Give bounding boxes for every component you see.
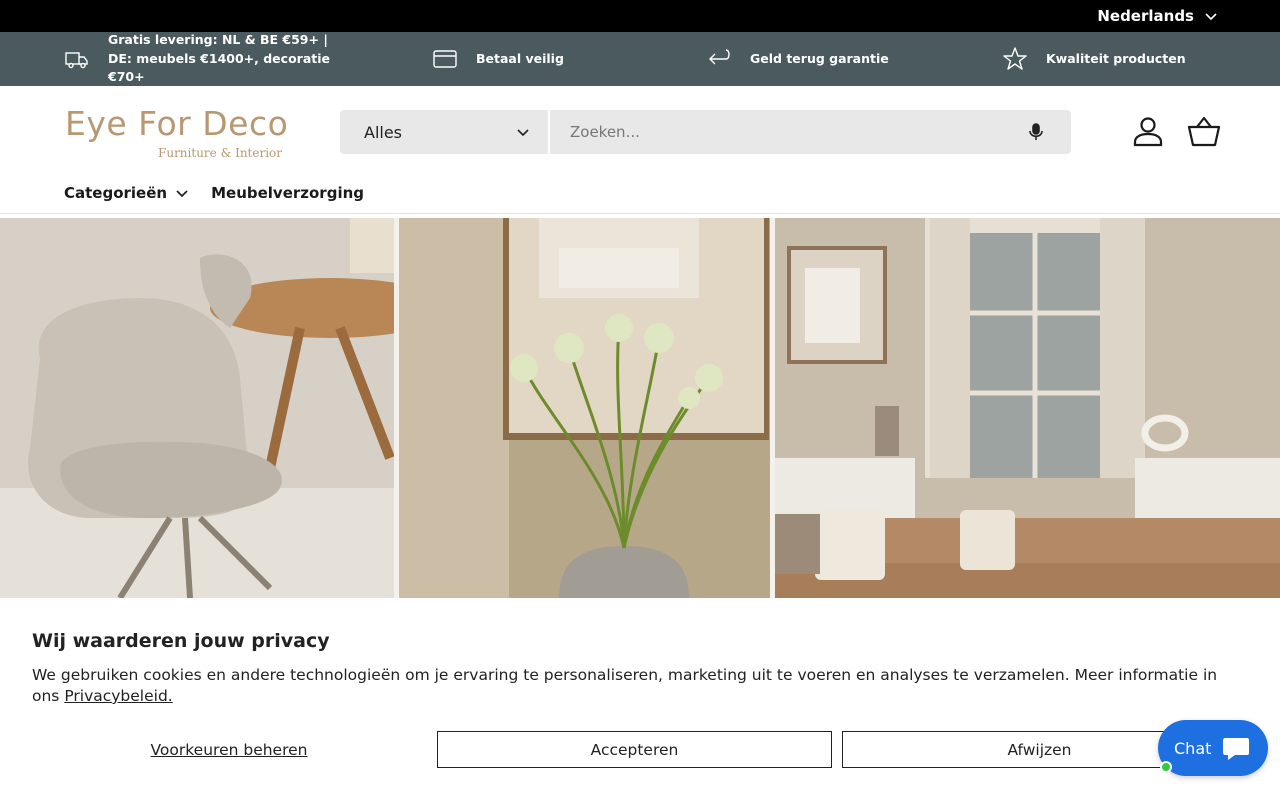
usp-item-payment: Betaal veilig (432, 46, 706, 72)
search-input[interactable] (570, 123, 1026, 141)
usp-label: Gratis levering: NL & BE €59+ | DE: meub… (108, 31, 330, 85)
cookie-text: We gebruiken cookies en andere technolog… (32, 665, 1232, 707)
usp-label: Geld terug garantie (750, 50, 889, 66)
cookie-title: Wij waarderen jouw privacy (32, 630, 330, 652)
language-selector[interactable]: Nederlands (1097, 7, 1218, 25)
hero-image-armchair (0, 218, 395, 598)
nav-item-label: Meubelverzorging (211, 184, 365, 202)
nav-item-label: Categorieën (64, 184, 168, 202)
account-icon[interactable] (1130, 114, 1166, 150)
usp-item-quality: Kwaliteit producten (1002, 46, 1186, 72)
truck-icon (65, 52, 88, 69)
search-bar: Alles (340, 110, 1071, 154)
usp-label: Betaal veilig (476, 50, 564, 66)
chat-button[interactable]: Chat (1158, 720, 1268, 776)
flowers-illustration (399, 218, 770, 598)
usp-label: Kwaliteit producten (1046, 50, 1186, 66)
main-nav: Categorieën Meubelverzorging (0, 182, 1280, 214)
nav-item-furniture-care[interactable]: Meubelverzorging (211, 184, 364, 202)
return-arrow-icon (709, 49, 730, 65)
chat-label: Chat (1174, 738, 1212, 758)
usp-item-guarantee: Geld terug garantie (706, 46, 1002, 72)
top-bar: Nederlands (0, 0, 1280, 32)
site-header: Eye For Deco Furniture & Interior Alles (0, 86, 1280, 182)
star-icon (1003, 47, 1027, 70)
basket-icon[interactable] (1186, 114, 1222, 150)
chevron-down-icon (1205, 13, 1217, 21)
search-field (550, 110, 1071, 154)
hero-image-living-room (774, 218, 1280, 598)
credit-card-icon (433, 50, 457, 68)
privacy-policy-link[interactable]: Privacybeleid. (64, 687, 172, 705)
armchair-illustration (0, 218, 395, 598)
usp-bar: Gratis levering: NL & BE €59+ | DE: meub… (0, 32, 1280, 86)
logo-main-text: Eye For Deco (65, 104, 289, 143)
search-category-label: Alles (364, 122, 403, 142)
manage-preferences-button[interactable]: Voorkeuren beheren (32, 731, 426, 768)
chevron-down-icon (517, 129, 529, 137)
nav-item-categories[interactable]: Categorieën (64, 184, 189, 202)
logo[interactable]: Eye For Deco Furniture & Interior (65, 104, 289, 160)
cookie-actions: Voorkeuren beheren Accepteren Afwijzen (32, 731, 1248, 768)
hero-image-flowers (399, 218, 770, 598)
logo-sub-text: Furniture & Interior (158, 146, 282, 160)
accept-button[interactable]: Accepteren (437, 731, 832, 768)
online-status-indicator (1160, 761, 1172, 773)
language-label: Nederlands (1097, 7, 1194, 25)
usp-item-delivery: Gratis levering: NL & BE €59+ | DE: meub… (64, 31, 432, 87)
chevron-down-icon (176, 190, 188, 198)
search-category-select[interactable]: Alles (340, 110, 548, 154)
hero-banner[interactable] (0, 218, 1280, 598)
cookie-description: We gebruiken cookies en andere technolog… (32, 666, 1218, 705)
microphone-icon[interactable] (1026, 122, 1046, 142)
living-room-illustration (774, 218, 1280, 598)
chat-bubble-icon (1223, 738, 1250, 760)
cookie-banner: Wij waarderen jouw privacy We gebruiken … (0, 598, 1280, 800)
